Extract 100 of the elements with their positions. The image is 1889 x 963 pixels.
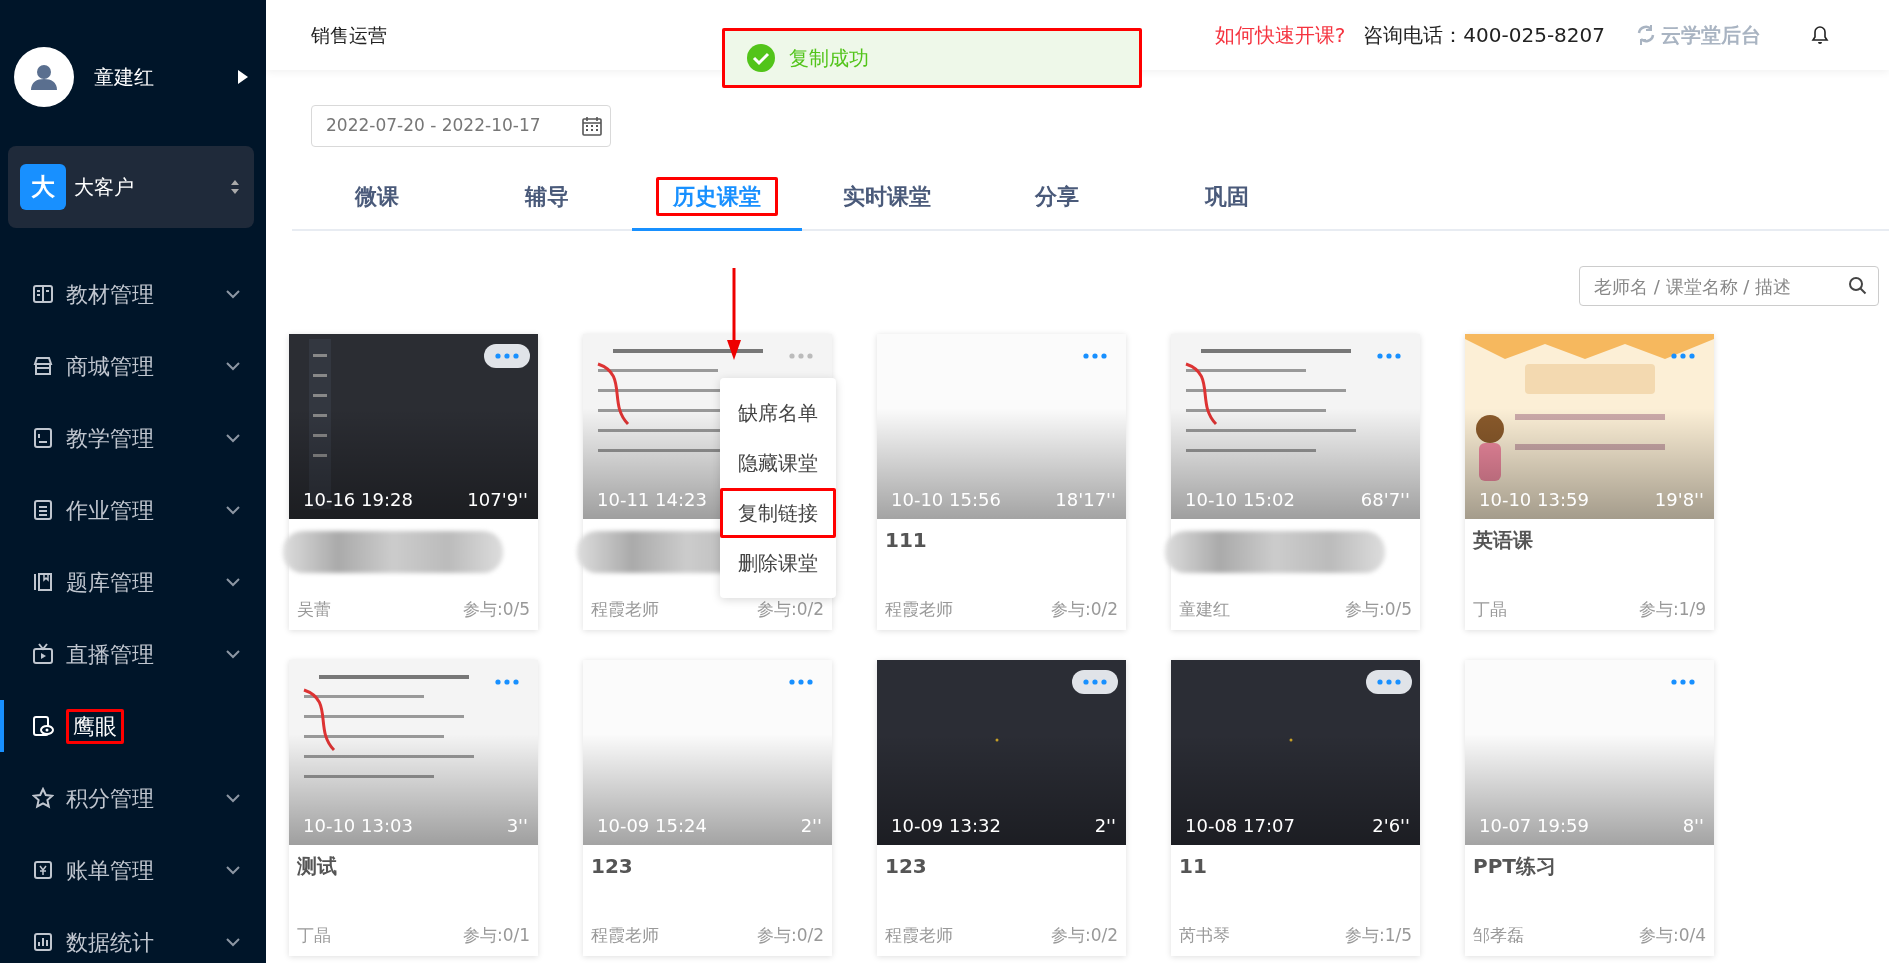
tv-icon bbox=[32, 643, 54, 665]
page-title: 销售运营 bbox=[311, 22, 388, 48]
date-range-field[interactable]: 2022-07-20 - 2022-10-17 bbox=[311, 105, 611, 147]
board-icon bbox=[32, 427, 54, 449]
bar-chart-icon bbox=[32, 931, 54, 953]
book-icon bbox=[32, 283, 54, 305]
lesson-title: PPT练习 bbox=[1472, 853, 1557, 880]
caret-icon[interactable] bbox=[238, 70, 248, 84]
lesson-card[interactable]: 10-10 13:03 3'' 测试 丁晶 参与:0/1 bbox=[289, 660, 538, 956]
participation-count: 参与:0/5 bbox=[1344, 597, 1412, 621]
lesson-card[interactable]: 10-08 17:07 2'6'' 11 芮书琴 参与:1/5 bbox=[1171, 660, 1420, 956]
chevron-down-icon[interactable] bbox=[226, 865, 240, 875]
lesson-title: 英语课 bbox=[1472, 527, 1534, 554]
more-icon bbox=[495, 679, 519, 685]
lesson-time: 10-09 15:24 bbox=[597, 814, 707, 838]
lesson-title: 测试 bbox=[296, 853, 338, 880]
lesson-duration: 2'6'' bbox=[1372, 814, 1410, 838]
participation-count: 参与:1/9 bbox=[1638, 597, 1706, 621]
participation-count: 参与:0/4 bbox=[1638, 923, 1706, 947]
more-button[interactable] bbox=[484, 344, 530, 368]
more-icon bbox=[789, 679, 813, 685]
org-name: 大客户 bbox=[74, 174, 135, 201]
bell-icon[interactable] bbox=[1811, 25, 1829, 45]
tab[interactable]: 辅导 bbox=[462, 169, 632, 231]
org-selector[interactable]: 大 大客户 bbox=[8, 146, 254, 228]
tab[interactable]: 巩固 bbox=[1142, 169, 1312, 231]
tab[interactable]: 微课 bbox=[292, 169, 462, 231]
lesson-card[interactable]: 10-07 19:59 8'' PPT练习 邹孝磊 参与:0/4 bbox=[1465, 660, 1714, 956]
more-icon bbox=[1083, 679, 1107, 685]
lesson-time: 10-08 17:07 bbox=[1185, 814, 1295, 838]
teacher-name: 程霞老师 bbox=[591, 597, 659, 621]
calendar-icon[interactable] bbox=[582, 116, 602, 136]
more-button[interactable] bbox=[1366, 670, 1412, 694]
lesson-card[interactable]: 10-10 13:59 19'8'' 英语课 丁晶 参与:1/9 bbox=[1465, 334, 1714, 630]
org-badge: 大 bbox=[20, 164, 66, 210]
teacher-name: 程霞老师 bbox=[591, 923, 659, 947]
teacher-name: 程霞老师 bbox=[885, 923, 953, 947]
lesson-card[interactable]: 10-09 13:32 2'' 123 程霞老师 参与:0/2 bbox=[877, 660, 1126, 956]
participation-count: 参与:0/2 bbox=[1050, 923, 1118, 947]
lesson-duration: 107'9'' bbox=[467, 488, 528, 512]
chevron-down-icon[interactable] bbox=[226, 361, 240, 371]
teacher-name: 程霞老师 bbox=[885, 597, 953, 621]
lesson-time: 10-09 13:32 bbox=[891, 814, 1001, 838]
teacher-name: 丁晶 bbox=[1473, 597, 1507, 621]
folder-icon bbox=[32, 571, 54, 593]
more-button[interactable] bbox=[1072, 670, 1118, 694]
lesson-time: 10-16 19:28 bbox=[303, 488, 413, 512]
list-icon bbox=[32, 499, 54, 521]
lesson-duration: 2'' bbox=[800, 814, 822, 838]
participation-count: 参与:0/2 bbox=[1050, 597, 1118, 621]
chevron-down-icon[interactable] bbox=[226, 505, 240, 515]
lesson-duration: 19'8'' bbox=[1654, 488, 1704, 512]
lesson-title: 111 bbox=[884, 527, 928, 554]
lesson-card[interactable]: 10-09 15:24 2'' 123 程霞老师 参与:0/2 bbox=[583, 660, 832, 956]
lesson-duration: 18'17'' bbox=[1055, 488, 1116, 512]
sidebar-item[interactable]: 账单管理 bbox=[0, 834, 266, 906]
sidebar-item[interactable]: 商城管理 bbox=[0, 330, 266, 402]
more-icon bbox=[1083, 353, 1107, 359]
lesson-time: 10-10 13:59 bbox=[1479, 488, 1589, 512]
sidebar-item[interactable]: 题库管理 bbox=[0, 546, 266, 618]
more-icon bbox=[1671, 353, 1695, 359]
user-name: 童建红 bbox=[94, 64, 155, 91]
lesson-time: 10-10 15:02 bbox=[1185, 488, 1295, 512]
sidebar-item[interactable]: 教学管理 bbox=[0, 402, 266, 474]
lesson-title: 123 bbox=[590, 853, 634, 880]
lesson-time: 10-07 19:59 bbox=[1479, 814, 1589, 838]
lesson-title: 11 bbox=[1178, 853, 1208, 880]
lesson-card[interactable]: 10-10 15:56 18'17'' 111 程霞老师 参与:0/2 bbox=[877, 334, 1126, 630]
chevron-down-icon[interactable] bbox=[226, 577, 240, 587]
eye-document-icon bbox=[32, 715, 54, 737]
tab[interactable]: 实时课堂 bbox=[802, 169, 972, 231]
menu-item[interactable]: 复制链接 bbox=[720, 488, 836, 538]
teacher-name: 吴蕾 bbox=[297, 597, 331, 621]
lesson-duration: 3'' bbox=[506, 814, 528, 838]
lesson-title: 123 bbox=[884, 853, 928, 880]
search-field[interactable]: 老师名 / 课堂名称 / 描述 bbox=[1579, 266, 1879, 306]
chevron-down-icon[interactable] bbox=[226, 289, 240, 299]
sidebar-item[interactable]: 作业管理 bbox=[0, 474, 266, 546]
teacher-name: 童建红 bbox=[1179, 597, 1230, 621]
sidebar-item[interactable]: 教材管理 bbox=[0, 258, 266, 330]
tab[interactable]: 分享 bbox=[972, 169, 1142, 231]
more-icon bbox=[789, 353, 813, 359]
sidebar-item[interactable]: 鹰眼 bbox=[0, 690, 266, 762]
chevron-down-icon[interactable] bbox=[226, 793, 240, 803]
participation-count: 参与:0/1 bbox=[462, 923, 530, 947]
teacher-name: 芮书琴 bbox=[1179, 923, 1230, 947]
avatar-icon[interactable] bbox=[14, 47, 74, 107]
phone-number: 咨询电话：400-025-8207 bbox=[1363, 22, 1605, 49]
participation-count: 参与:0/2 bbox=[756, 597, 824, 621]
sort-icon bbox=[230, 179, 240, 195]
sidebar-item[interactable]: 积分管理 bbox=[0, 762, 266, 834]
chevron-down-icon[interactable] bbox=[226, 937, 240, 947]
sidebar-item[interactable]: 数据统计 bbox=[0, 906, 266, 963]
help-link[interactable]: 如何快速开课? bbox=[1214, 20, 1346, 50]
sidebar-item[interactable]: 直播管理 bbox=[0, 618, 266, 690]
lesson-duration: 2'' bbox=[1094, 814, 1116, 838]
more-icon bbox=[1377, 353, 1401, 359]
chevron-down-icon[interactable] bbox=[226, 433, 240, 443]
search-icon[interactable] bbox=[1848, 276, 1867, 295]
chevron-down-icon[interactable] bbox=[226, 649, 240, 659]
